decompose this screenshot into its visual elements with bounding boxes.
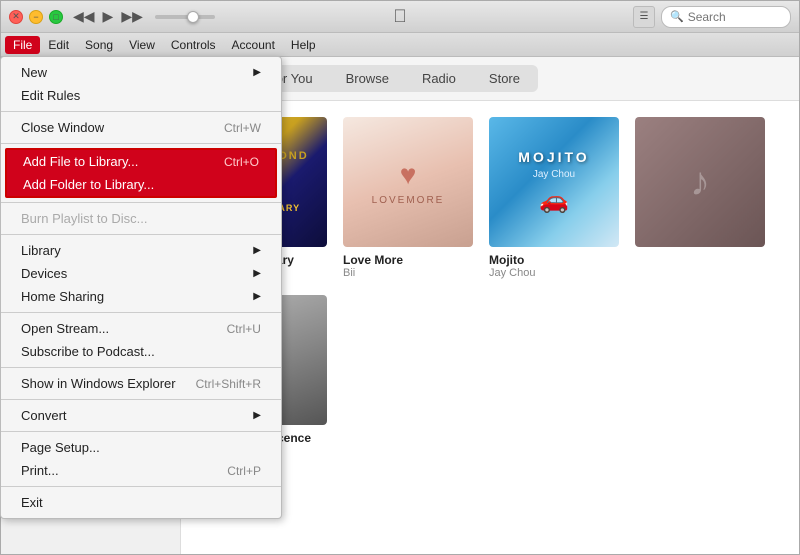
album-card-mojito[interactable]: MOJITO Jay Chou 🚗 Mojito Jay Chou [489,117,619,279]
menu-item-burn: Burn Playlist to Disc... [1,207,281,230]
menu-item-close-window-label: Close Window [21,120,104,135]
forward-button[interactable]: ▶▶ [121,8,143,25]
separator-6 [1,367,281,368]
play-button[interactable]: ▶ [103,8,114,25]
itunes-window: ✕ − □ ◀◀ ▶ ▶▶  ☰ 🔍 File Edit Song View … [0,0,800,555]
album-title-mojito: Mojito [489,253,619,267]
menu-item-new-label: New [21,65,47,80]
menu-item-add-file[interactable]: Add File to Library... Ctrl+O [7,150,275,173]
menu-item-show-explorer-label: Show in Windows Explorer [21,376,176,391]
search-icon: 🔍 [670,10,684,23]
album-grid: JAMES BOND 30 ANNIVERSARY 30th Anniversa… [197,117,783,457]
separator-1 [1,111,281,112]
album-art-unknown: ♪ [635,117,765,247]
menu-item-show-explorer[interactable]: Show in Windows Explorer Ctrl+Shift+R [1,372,281,395]
menu-item-add-folder-label: Add Folder to Library... [23,177,154,192]
menu-item-home-sharing[interactable]: Home Sharing ▶ [1,285,281,308]
menu-item-new-arrow: ▶ [253,67,261,78]
menu-item-add-file-label: Add File to Library... [23,154,138,169]
apple-logo:  [393,6,407,27]
menu-item-exit-label: Exit [21,495,43,510]
separator-5 [1,312,281,313]
minimize-button[interactable]: − [29,10,43,24]
menu-item-page-setup-label: Page Setup... [21,440,100,455]
menu-item-add-file-shortcut: Ctrl+O [224,155,259,169]
menu-item-home-sharing-arrow: ▶ [253,291,261,302]
volume-slider[interactable] [155,15,215,19]
menu-help[interactable]: Help [283,36,324,54]
tab-browse[interactable]: Browse [330,67,405,90]
menu-view[interactable]: View [121,36,163,54]
menu-controls[interactable]: Controls [163,36,224,54]
search-box[interactable]: 🔍 [661,6,791,28]
menu-item-edit-rules-label: Edit Rules [21,88,80,103]
maximize-button[interactable]: □ [49,10,63,24]
menu-song[interactable]: Song [77,36,121,54]
album-artist-lovemore: Bii [343,267,473,279]
menu-item-library[interactable]: Library ▶ [1,239,281,262]
album-art-mojito: MOJITO Jay Chou 🚗 [489,117,619,247]
title-bar-right: ☰ 🔍 [633,6,791,28]
menu-item-subscribe[interactable]: Subscribe to Podcast... [1,340,281,363]
menu-item-open-stream-label: Open Stream... [21,321,109,336]
separator-2 [1,143,281,144]
album-card-lovemore[interactable]: ♥ LOVEMORE Love More Bii [343,117,473,279]
menu-item-add-folder[interactable]: Add Folder to Library... [7,173,275,196]
window-controls: ✕ − □ [9,10,63,24]
album-card-unknown[interactable]: ♪ [635,117,765,279]
menu-item-convert[interactable]: Convert ▶ [1,404,281,427]
volume-thumb [187,11,199,23]
album-artist-mojito: Jay Chou [489,267,619,279]
menu-item-show-explorer-shortcut: Ctrl+Shift+R [196,377,261,391]
menu-item-devices-arrow: ▶ [253,268,261,279]
menu-item-convert-label: Convert [21,408,67,423]
menu-item-home-sharing-label: Home Sharing [21,289,104,304]
separator-4 [1,234,281,235]
separator-9 [1,486,281,487]
menu-item-open-stream-shortcut: Ctrl+U [227,322,261,336]
menu-item-library-arrow: ▶ [253,245,261,256]
close-button[interactable]: ✕ [9,10,23,24]
transport-controls: ◀◀ ▶ ▶▶ [73,8,215,25]
title-bar: ✕ − □ ◀◀ ▶ ▶▶  ☰ 🔍 [1,1,799,33]
menu-edit[interactable]: Edit [40,36,77,54]
file-dropdown-overlay: New ▶ Edit Rules Close Window Ctrl+W Add… [0,56,282,519]
menu-item-library-label: Library [21,243,61,258]
search-input[interactable] [688,10,782,24]
menu-item-new[interactable]: New ▶ [1,61,281,84]
menu-item-devices-label: Devices [21,266,67,281]
tab-radio[interactable]: Radio [406,67,472,90]
menu-file[interactable]: File [5,36,40,54]
highlighted-group: Add File to Library... Ctrl+O Add Folder… [5,148,277,198]
separator-7 [1,399,281,400]
menu-item-print[interactable]: Print... Ctrl+P [1,459,281,482]
menu-account[interactable]: Account [224,36,283,54]
menu-item-page-setup[interactable]: Page Setup... [1,436,281,459]
menu-item-close-window-shortcut: Ctrl+W [224,121,261,135]
tab-store[interactable]: Store [473,67,536,90]
menu-item-print-shortcut: Ctrl+P [227,464,261,478]
menu-item-devices[interactable]: Devices ▶ [1,262,281,285]
menu-bar: File Edit Song View Controls Account Hel… [1,33,799,57]
menu-item-exit[interactable]: Exit [1,491,281,514]
sidebar-toggle-button[interactable]: ☰ [633,6,655,28]
file-dropdown-menu: New ▶ Edit Rules Close Window Ctrl+W Add… [0,56,282,519]
menu-item-convert-arrow: ▶ [253,410,261,421]
menu-item-close-window[interactable]: Close Window Ctrl+W [1,116,281,139]
album-title-lovemore: Love More [343,253,473,267]
separator-8 [1,431,281,432]
album-art-lovemore: ♥ LOVEMORE [343,117,473,247]
menu-item-open-stream[interactable]: Open Stream... Ctrl+U [1,317,281,340]
menu-item-subscribe-label: Subscribe to Podcast... [21,344,155,359]
menu-item-burn-label: Burn Playlist to Disc... [21,211,147,226]
back-button[interactable]: ◀◀ [73,8,95,25]
separator-3 [1,202,281,203]
menu-item-print-label: Print... [21,463,59,478]
menu-item-edit-rules[interactable]: Edit Rules [1,84,281,107]
